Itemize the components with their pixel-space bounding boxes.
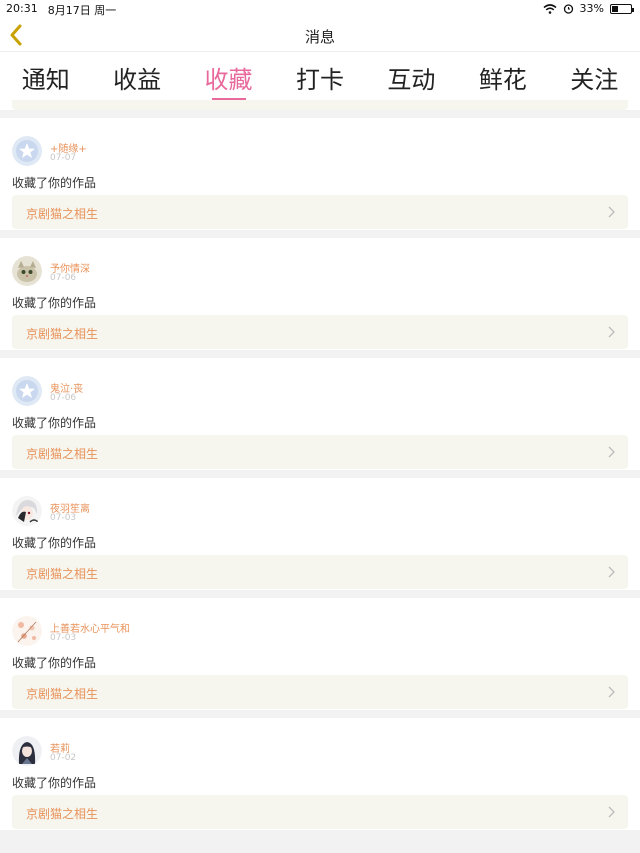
tab-checkin[interactable]: 打卡: [292, 60, 348, 100]
tab-label: 收益: [113, 66, 162, 94]
tab-notifications[interactable]: 通知: [18, 60, 74, 100]
chevron-right-icon: [608, 326, 615, 338]
navigation-bar: 消息: [0, 18, 640, 52]
chevron-right-icon: [608, 806, 615, 818]
work-link[interactable]: 京剧猫之相生: [12, 675, 628, 709]
tab-label: 关注: [570, 66, 619, 94]
status-date: 8月17日 周一: [47, 4, 117, 17]
work-link[interactable]: 京剧猫之相生: [12, 795, 628, 829]
action-text: 收藏了你的作品: [12, 176, 97, 190]
action-text: 收藏了你的作品: [12, 296, 97, 310]
work-title: 京剧猫之相生: [26, 327, 99, 341]
item-date: 07-07: [50, 153, 77, 163]
work-title: 京剧猫之相生: [26, 567, 99, 581]
avatar[interactable]: [12, 736, 42, 766]
list-item: 若莉 07-02 收藏了你的作品 京剧猫之相生: [0, 718, 640, 830]
list-item: +随缘+ 07-07 收藏了你的作品 京剧猫之相生: [0, 118, 640, 230]
item-date: 07-06: [50, 393, 77, 403]
tab-interaction[interactable]: 互动: [383, 60, 439, 100]
avatar[interactable]: [12, 376, 42, 406]
chevron-right-icon: [608, 566, 615, 578]
item-date: 07-03: [50, 513, 77, 523]
default-avatar-star-icon: [12, 376, 42, 406]
list-item: 上善若水心平气和 07-03 收藏了你的作品 京剧猫之相生: [0, 598, 640, 710]
list-item: 鬼泣·丧 07-06 收藏了你的作品 京剧猫之相生: [0, 358, 640, 470]
status-bar: 20:31 8月17日 周一 33%: [0, 0, 640, 18]
default-avatar-star-icon: [12, 136, 42, 166]
item-date: 07-03: [50, 633, 77, 643]
previous-item-edge: [12, 100, 628, 110]
work-link[interactable]: 京剧猫之相生: [12, 195, 628, 229]
page-title: 消息: [304, 28, 335, 46]
action-text: 收藏了你的作品: [12, 416, 97, 430]
tab-label: 通知: [21, 66, 70, 94]
list-item: 予你情深 07-06 收藏了你的作品 京剧猫之相生: [0, 238, 640, 350]
wifi-icon: [543, 3, 557, 14]
cat-avatar-icon: [12, 256, 42, 286]
avatar[interactable]: [12, 616, 42, 646]
work-link[interactable]: 京剧猫之相生: [12, 555, 628, 589]
status-time: 20:31: [6, 2, 38, 15]
action-text: 收藏了你的作品: [12, 536, 97, 550]
avatar[interactable]: [12, 496, 42, 526]
chevron-right-icon: [608, 686, 615, 698]
tab-label: 鲜花: [478, 66, 527, 94]
battery-percent: 33%: [579, 2, 604, 15]
favorites-list: +随缘+ 07-07 收藏了你的作品 京剧猫之相生 予你情深 07-06 收藏了…: [0, 118, 640, 838]
chevron-right-icon: [608, 206, 615, 218]
flower-avatar-icon: [12, 616, 42, 646]
tab-flowers[interactable]: 鲜花: [475, 60, 531, 100]
chevron-right-icon: [608, 446, 615, 458]
tab-following[interactable]: 关注: [566, 60, 622, 100]
battery-icon: [610, 3, 634, 14]
tab-earnings[interactable]: 收益: [109, 60, 165, 100]
work-title: 京剧猫之相生: [26, 207, 99, 221]
avatar[interactable]: [12, 256, 42, 286]
status-right: 33%: [543, 2, 634, 15]
avatar[interactable]: [12, 136, 42, 166]
tab-label: 打卡: [295, 66, 344, 94]
work-link[interactable]: 京剧猫之相生: [12, 435, 628, 469]
action-text: 收藏了你的作品: [12, 656, 97, 670]
anime-avatar-icon: [12, 496, 42, 526]
action-text: 收藏了你的作品: [12, 776, 97, 790]
work-title: 京剧猫之相生: [26, 447, 99, 461]
tab-label: 互动: [387, 66, 436, 94]
battery-fill: [612, 5, 618, 12]
tab-label: 收藏: [204, 66, 253, 94]
work-link[interactable]: 京剧猫之相生: [12, 315, 628, 349]
work-title: 京剧猫之相生: [26, 807, 99, 821]
list-item: 夜羽笙离 07-03 收藏了你的作品 京剧猫之相生: [0, 478, 640, 590]
item-date: 07-06: [50, 273, 77, 283]
girl-avatar-icon: [12, 736, 42, 766]
status-left: 20:31 8月17日 周一: [6, 2, 116, 18]
item-date: 07-02: [50, 753, 77, 763]
alarm-icon: [563, 4, 573, 14]
tab-favorites[interactable]: 收藏: [201, 60, 257, 100]
work-title: 京剧猫之相生: [26, 687, 99, 701]
